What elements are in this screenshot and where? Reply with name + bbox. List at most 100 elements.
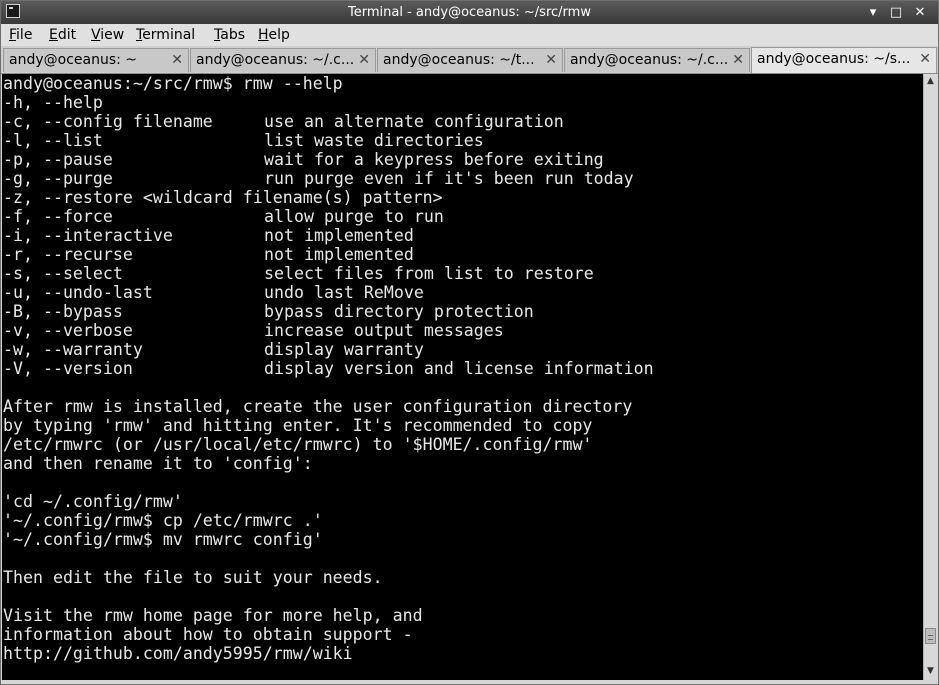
tab-close-icon[interactable]: ✕ <box>545 52 557 68</box>
terminal-line-description: select files from list to restore <box>264 264 594 283</box>
terminal-output[interactable]: andy@oceanus:~/src/rmw$ rmw --help -h, --… <box>2 74 923 680</box>
close-window-button[interactable]: ✕ <box>912 5 928 20</box>
terminal-line-text: -s, --select <box>3 264 123 283</box>
terminal-line-text: information about how to obtain support … <box>3 625 413 644</box>
maximize-button[interactable]: □ <box>888 5 904 20</box>
terminal-line-text: -c, --config filename <box>3 112 213 131</box>
tab-config[interactable]: andy@oceanus: ~/.c... ✕ <box>190 48 376 72</box>
scroll-down-icon[interactable]: ▼ <box>924 664 937 678</box>
terminal-line-text: Then edit the file to suit your needs. <box>3 568 383 587</box>
terminal-line-text: -g, --purge <box>3 169 113 188</box>
terminal-line-text: -h, --help <box>3 93 103 112</box>
menu-tabs[interactable]: Tabs <box>214 24 245 46</box>
terminal-line: -l, --list list waste directories <box>3 131 484 150</box>
terminal-line-description: bypass directory protection <box>264 302 534 321</box>
terminal-line-text: -B, --bypass <box>3 302 123 321</box>
terminal-line-description: not implemented <box>264 245 414 264</box>
terminal-line-description: wait for a keypress before exiting <box>264 150 604 169</box>
terminal-line-text: -r, --recurse <box>3 245 133 264</box>
terminal-line: -z, --restore <wildcard filename(s) patt… <box>3 188 443 207</box>
terminal-line-text: 'cd ~/.config/rmw' <box>3 492 183 511</box>
menu-edit[interactable]: Edit <box>49 24 76 46</box>
terminal-line-text: '~/.config/rmw$ cp /etc/rmwrc .' <box>3 511 323 530</box>
terminal-line-text: by typing 'rmw' and hitting enter. It's … <box>3 416 593 435</box>
terminal-line-text: -z, --restore <wildcard filename(s) patt… <box>3 188 443 207</box>
terminal-line-description: list waste directories <box>264 131 484 150</box>
tab-src-rmw-active[interactable]: andy@oceanus: ~/s... ✕ <box>751 47 937 73</box>
tab-close-icon[interactable]: ✕ <box>919 51 931 67</box>
terminal-line: by typing 'rmw' and hitting enter. It's … <box>3 416 592 435</box>
terminal-line: -h, --help <box>3 93 103 112</box>
terminal-line-description: allow purge to run <box>264 207 444 226</box>
terminal-line: -i, --interactive not implemented <box>3 226 414 245</box>
menu-bar: File Edit View Terminal Tabs Help <box>1 24 938 46</box>
terminal-line-description: display version and license information <box>264 359 654 378</box>
terminal-window: Terminal - andy@oceanus: ~/src/rmw ▾ □ ✕… <box>0 0 939 685</box>
terminal-line-text: -i, --interactive <box>3 226 173 245</box>
terminal-line: -f, --force allow purge to run <box>3 207 444 226</box>
terminal-line: '~/.config/rmw$ mv rmwrc config' <box>3 530 323 549</box>
tab-close-icon[interactable]: ✕ <box>358 52 370 68</box>
terminal-line-description: not implemented <box>264 226 414 245</box>
terminal-line-text: -f, --force <box>3 207 113 226</box>
terminal-line-description: display warranty <box>264 340 424 359</box>
terminal-line: -V, --version display version and license… <box>3 359 654 378</box>
terminal-line-text: After rmw is installed, create the user … <box>3 397 633 416</box>
terminal-line: -v, --verbose increase output messages <box>3 321 504 340</box>
tab-label: andy@oceanus: ~/.c... <box>570 52 729 68</box>
terminal-line-description: run purge even if it's been run today <box>264 169 634 188</box>
tab-label: andy@oceanus: ~/.c... <box>196 52 355 68</box>
scroll-thumb[interactable] <box>925 628 936 644</box>
terminal-line: information about how to obtain support … <box>3 625 413 644</box>
menu-terminal[interactable]: Terminal <box>136 24 195 46</box>
minimize-button[interactable]: ▾ <box>865 5 881 20</box>
terminal-line: -g, --purge run purge even if it's been r… <box>3 169 634 188</box>
terminal-line-text: andy@oceanus:~/src/rmw$ rmw --help <box>3 74 343 93</box>
tab-label: andy@oceanus: ~/s... <box>757 51 911 67</box>
terminal-line-description: increase output messages <box>264 321 504 340</box>
terminal-line: After rmw is installed, create the user … <box>3 397 632 416</box>
terminal-line-text: http://github.com/andy5995/rmw/wiki <box>3 644 353 663</box>
menu-view[interactable]: View <box>91 24 124 46</box>
tab-close-icon[interactable]: ✕ <box>732 52 744 68</box>
window-title: Terminal - andy@oceanus: ~/src/rmw <box>348 5 591 20</box>
tab-bar: andy@oceanus: ~ ✕ andy@oceanus: ~/.c... … <box>1 46 938 74</box>
tab-config-2[interactable]: andy@oceanus: ~/.c... ✕ <box>564 48 750 72</box>
terminal-line-text: and then rename it to 'config': <box>3 454 313 473</box>
scroll-up-icon[interactable]: ▲ <box>924 74 937 88</box>
terminal-line: andy@oceanus:~/src/rmw$ rmw --help <box>3 74 343 93</box>
terminal-line: Then edit the file to suit your needs. <box>3 568 383 587</box>
terminal-line-description: undo last ReMove <box>264 283 424 302</box>
terminal-line: -B, --bypass bypass directory protection <box>3 302 534 321</box>
tab-home[interactable]: andy@oceanus: ~ ✕ <box>3 48 189 72</box>
terminal-line-text: /etc/rmwrc (or /usr/local/etc/rmwrc) to … <box>3 435 593 454</box>
terminal-line: -u, --undo-last undo last ReMove <box>3 283 424 302</box>
terminal-line: -s, --select select files from list to re… <box>3 264 594 283</box>
terminal-line-description: use an alternate configuration <box>264 112 564 131</box>
terminal-line: -c, --config filename use an alternate co… <box>3 112 564 131</box>
terminal-line: '~/.config/rmw$ cp /etc/rmwrc .' <box>3 511 323 530</box>
terminal-line-text: -v, --verbose <box>3 321 133 340</box>
tab-label: andy@oceanus: ~ <box>9 52 138 68</box>
terminal-line: 'cd ~/.config/rmw' <box>3 492 183 511</box>
terminal-line-text: -w, --warranty <box>3 340 143 359</box>
terminal-line-text: -V, --version <box>3 359 133 378</box>
terminal-line: -r, --recurse not implemented <box>3 245 414 264</box>
terminal-line: Visit the rmw home page for more help, a… <box>3 606 423 625</box>
terminal-line: /etc/rmwrc (or /usr/local/etc/rmwrc) to … <box>3 435 592 454</box>
terminal-line: http://github.com/andy5995/rmw/wiki <box>3 644 353 663</box>
terminal-line: -w, --warranty display warranty <box>3 340 424 359</box>
terminal-line-text: -u, --undo-last <box>3 283 153 302</box>
tab-label: andy@oceanus: ~/t... <box>383 52 535 68</box>
tab-close-icon[interactable]: ✕ <box>171 52 183 68</box>
terminal-line: and then rename it to 'config': <box>3 454 313 473</box>
terminal-scrollbar[interactable]: ▲ ▼ <box>923 74 937 680</box>
title-bar[interactable]: Terminal - andy@oceanus: ~/src/rmw ▾ □ ✕ <box>1 1 938 24</box>
menu-help[interactable]: Help <box>258 24 290 46</box>
terminal-line: -p, --pause wait for a keypress before ex… <box>3 150 604 169</box>
tab-t[interactable]: andy@oceanus: ~/t... ✕ <box>377 48 563 72</box>
terminal-line-text: -l, --list <box>3 131 103 150</box>
terminal-line-text: '~/.config/rmw$ mv rmwrc config' <box>3 530 323 549</box>
menu-file[interactable]: File <box>9 24 32 46</box>
terminal-line-text: -p, --pause <box>3 150 113 169</box>
